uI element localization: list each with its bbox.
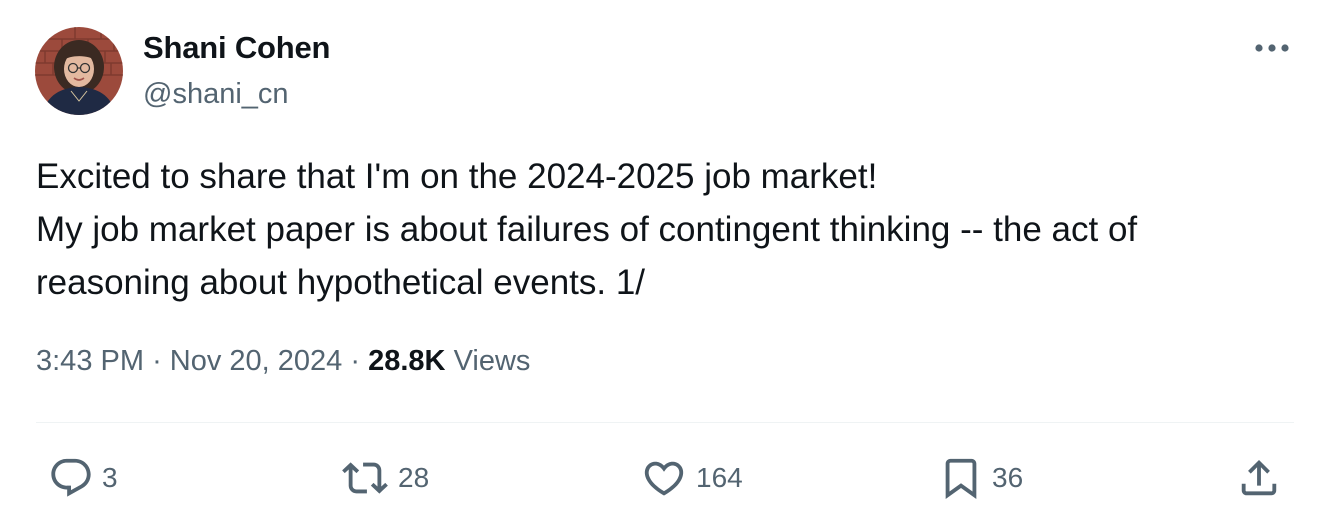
meta-separator: · — [152, 345, 162, 377]
tweet-date: Nov 20, 2024 — [169, 345, 343, 377]
reply-count: 3 — [102, 462, 118, 493]
tweet-text-line: Excited to share that I'm on the 2024-20… — [36, 157, 878, 196]
author-display-name[interactable]: Shani Cohen — [143, 30, 330, 66]
like-count: 164 — [696, 462, 743, 493]
avatar[interactable] — [35, 27, 123, 115]
views-count: 28.8K — [368, 345, 446, 377]
bookmark-count: 36 — [992, 462, 1024, 493]
bookmark-icon — [945, 458, 977, 499]
views-label: Views — [453, 345, 531, 377]
repost-button[interactable]: 28 — [340, 452, 429, 504]
views-link[interactable]: 28.8K Views — [368, 345, 530, 377]
tweet-metadata: 3:43 PM · Nov 20, 2024 · 28.8K Views — [36, 345, 530, 378]
tweet-card: Shani Cohen @shani_cn Excited to share t… — [0, 0, 1328, 528]
avatar-image — [35, 27, 123, 115]
author-handle[interactable]: @shani_cn — [143, 78, 289, 111]
more-options-button[interactable] — [1250, 30, 1294, 66]
bookmark-button[interactable]: 36 — [938, 452, 1023, 504]
share-button[interactable] — [1236, 452, 1282, 504]
tweet-text: Excited to share that I'm on the 2024-20… — [36, 150, 1306, 309]
repost-icon — [342, 462, 388, 494]
more-horizontal-icon — [1255, 44, 1289, 52]
tweet-time: 3:43 PM — [36, 345, 144, 377]
tweet-text-line: reasoning about hypothetical events. 1/ — [36, 263, 646, 302]
tweet-text-line: My job market paper is about failures of… — [36, 210, 1138, 249]
meta-separator: · — [350, 345, 361, 377]
reply-button[interactable]: 3 — [48, 452, 118, 504]
tweet-timestamp[interactable]: 3:43 PM · Nov 20, 2024 — [36, 345, 342, 377]
repost-count: 28 — [398, 462, 430, 493]
divider — [36, 422, 1294, 423]
share-icon — [1241, 459, 1277, 496]
reply-icon — [51, 458, 91, 497]
heart-icon — [644, 461, 684, 496]
like-button[interactable]: 164 — [640, 452, 743, 504]
